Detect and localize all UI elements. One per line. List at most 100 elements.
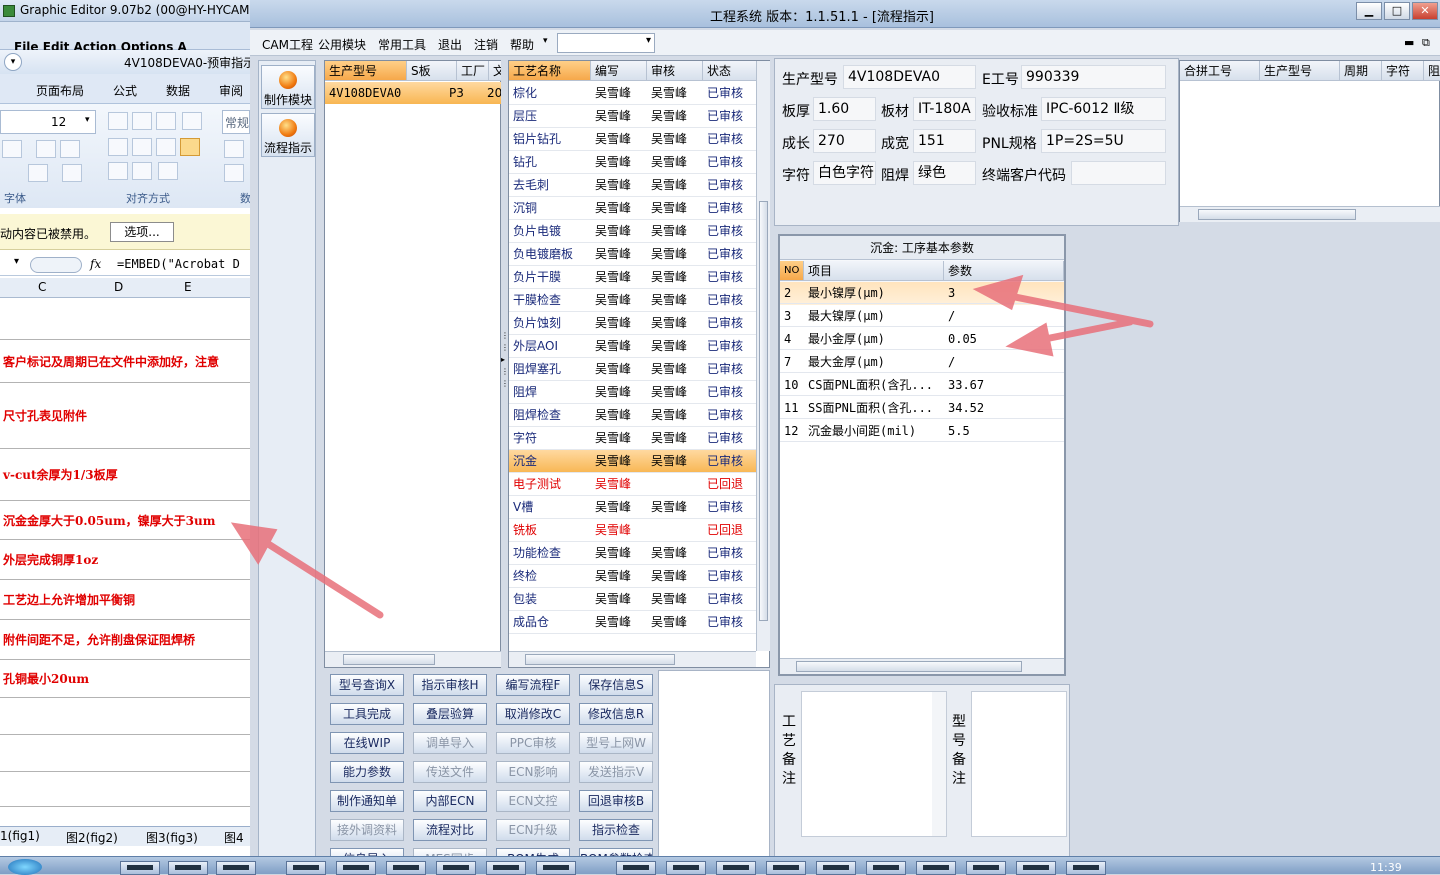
align-right-icon[interactable] <box>156 138 176 156</box>
table-row[interactable]: 负片干膜 吴雪峰 吴雪峰 已审核 <box>509 266 756 289</box>
table-row[interactable]: 负片电镀 吴雪峰 吴雪峰 已审核 <box>509 220 756 243</box>
taskbar-window-button[interactable] <box>168 861 208 875</box>
col-header-model[interactable]: 生产型号 <box>1260 61 1340 81</box>
process-remark-textarea[interactable] <box>801 691 947 837</box>
action-button[interactable]: 工具完成 <box>330 703 404 725</box>
tab-review[interactable]: 审阅 <box>219 82 243 99</box>
tab-formulas[interactable]: 公式 <box>113 82 137 99</box>
field-customer-code[interactable] <box>1071 161 1166 185</box>
param-row[interactable]: 10 CS面PNL面积(含孔... 33.67 <box>780 374 1064 397</box>
sheet-cell-empty[interactable] <box>0 298 250 340</box>
horizontal-scrollbar[interactable] <box>509 651 756 667</box>
table-row[interactable]: 铣板 吴雪峰 已回退 <box>509 519 756 542</box>
sheet-row-empty[interactable] <box>0 698 250 735</box>
action-button[interactable]: 保存信息S <box>579 674 653 696</box>
grow-font-icon[interactable] <box>36 140 56 158</box>
param-row[interactable]: 2 最小镍厚(μm) 3 <box>780 282 1064 305</box>
action-button[interactable]: 制作通知单 <box>330 790 404 812</box>
table-row[interactable]: 棕化 吴雪峰 吴雪峰 已审核 <box>509 82 756 105</box>
align-middle-icon[interactable] <box>132 112 152 130</box>
number-format-combo[interactable]: 常规 <box>222 110 250 134</box>
field-pnl[interactable]: 1P=2S=5U <box>1041 129 1166 153</box>
taskbar-window-button[interactable] <box>486 861 526 875</box>
table-row[interactable]: 去毛刺 吴雪峰 吴雪峰 已审核 <box>509 174 756 197</box>
taskbar-window-button[interactable] <box>336 861 376 875</box>
horizontal-scrollbar[interactable] <box>780 658 1064 674</box>
menu-tools[interactable]: 常用工具 <box>378 36 426 53</box>
merge-center-icon[interactable] <box>180 138 200 156</box>
sheet-row[interactable]: 孔铜最小20um <box>0 660 250 698</box>
taskbar-window-button[interactable] <box>766 861 806 875</box>
field-standard[interactable]: IPC-6012 Ⅱ级 <box>1041 97 1166 121</box>
sheet-tab[interactable]: 图2(fig2) <box>66 829 118 846</box>
taskbar-window-button[interactable] <box>966 861 1006 875</box>
align-center-icon[interactable] <box>132 138 152 156</box>
sheet-row[interactable]: v-cut余厚为1/3板厚 <box>0 449 250 501</box>
table-row[interactable]: 功能检查 吴雪峰 吴雪峰 已审核 <box>509 542 756 565</box>
shrink-font-icon[interactable] <box>60 140 80 158</box>
table-row[interactable]: 钻孔 吴雪峰 吴雪峰 已审核 <box>509 151 756 174</box>
action-button[interactable]: 型号上网W <box>579 732 653 754</box>
col-header-process[interactable]: 工艺名称 <box>509 61 591 81</box>
minimize-button[interactable]: ▁ <box>1356 2 1382 20</box>
taskbar-window-button[interactable] <box>866 861 906 875</box>
col-header-character[interactable]: 字符 <box>1382 61 1424 81</box>
param-row[interactable]: 12 沉金最小间距(mil) 5.5 <box>780 420 1064 443</box>
action-button[interactable]: ECN升级 <box>496 819 570 841</box>
action-button[interactable]: 发送指示V <box>579 761 653 783</box>
action-button[interactable]: 内部ECN <box>413 790 487 812</box>
increase-indent-icon[interactable] <box>132 162 152 180</box>
col-header-no[interactable]: NO <box>780 261 804 281</box>
align-top-icon[interactable] <box>108 112 128 130</box>
taskbar-window-button[interactable] <box>436 861 476 875</box>
menu-help[interactable]: 帮助 <box>510 36 534 53</box>
action-button[interactable]: 取消修改C <box>496 703 570 725</box>
taskbar-window-button[interactable] <box>816 861 856 875</box>
table-row[interactable]: 字符 吴雪峰 吴雪峰 已审核 <box>509 427 756 450</box>
sheet-row[interactable]: 工艺边上允许增加平衡铜 <box>0 580 250 620</box>
action-button[interactable]: 编写流程F <box>496 674 570 696</box>
table-row[interactable]: 铝片钻孔 吴雪峰 吴雪峰 已审核 <box>509 128 756 151</box>
table-row[interactable]: 外层AOI 吴雪峰 吴雪峰 已审核 <box>509 335 756 358</box>
menu-common-module[interactable]: 公用模块 <box>318 36 366 53</box>
taskbar-window-button[interactable] <box>216 861 256 875</box>
col-header-author[interactable]: 编写 <box>591 61 647 81</box>
field-solder-mask[interactable]: 绿色 <box>913 161 976 185</box>
action-button[interactable]: 叠层验算 <box>413 703 487 725</box>
table-row[interactable]: 沉铜 吴雪峰 吴雪峰 已审核 <box>509 197 756 220</box>
sheet-row[interactable]: 附件间距不足，允许削盘保证阻焊桥 <box>0 620 250 660</box>
horizontal-scrollbar[interactable] <box>1180 206 1440 222</box>
table-row[interactable]: 终检 吴雪峰 吴雪峰 已审核 <box>509 565 756 588</box>
action-button[interactable]: 型号查询X <box>330 674 404 696</box>
field-model[interactable]: 4V108DEVA0 <box>843 65 976 89</box>
table-row[interactable]: 阻焊 吴雪峰 吴雪峰 已审核 <box>509 381 756 404</box>
sheet-row[interactable]: 尺寸孔表见附件 <box>0 383 250 449</box>
taskbar-window-button[interactable] <box>916 861 956 875</box>
field-character[interactable]: 白色字符 <box>813 161 876 185</box>
options-button[interactable]: 选项... <box>110 222 174 242</box>
param-row[interactable]: 4 最小金厚(μm) 0.05 <box>780 328 1064 351</box>
currency-icon[interactable] <box>224 140 244 158</box>
table-row[interactable]: 阻焊检查 吴雪峰 吴雪峰 已审核 <box>509 404 756 427</box>
tab-data[interactable]: 数据 <box>166 82 190 99</box>
field-e-number[interactable]: 990339 <box>1021 65 1166 89</box>
col-header-status[interactable]: 状态 <box>703 61 757 81</box>
column-header-e[interactable]: E <box>184 280 192 294</box>
orientation-icon[interactable] <box>158 162 178 180</box>
nav-process-instruction[interactable]: 流程指示 <box>261 113 315 157</box>
percent-icon[interactable] <box>224 164 244 182</box>
table-row[interactable]: 包装 吴雪峰 吴雪峰 已审核 <box>509 588 756 611</box>
action-button[interactable]: 在线WIP <box>330 732 404 754</box>
formula-expand-button[interactable] <box>30 257 82 273</box>
menu-cam[interactable]: CAM工程 <box>262 36 313 53</box>
column-header-c[interactable]: C <box>38 280 46 294</box>
sheet-row[interactable]: 客户标记及周期已在文件中添加好，注意 <box>0 340 250 383</box>
action-button[interactable]: 回退审核B <box>579 790 653 812</box>
start-button[interactable] <box>8 859 42 875</box>
mdi-restore-icon[interactable]: ⧉ <box>1422 36 1430 50</box>
sheet-row-empty[interactable] <box>0 735 250 772</box>
col-header-model[interactable]: 生产型号 <box>325 61 407 81</box>
action-button[interactable]: 传送文件 <box>413 761 487 783</box>
decrease-indent-icon[interactable] <box>108 162 128 180</box>
taskbar-window-button[interactable] <box>536 861 576 875</box>
